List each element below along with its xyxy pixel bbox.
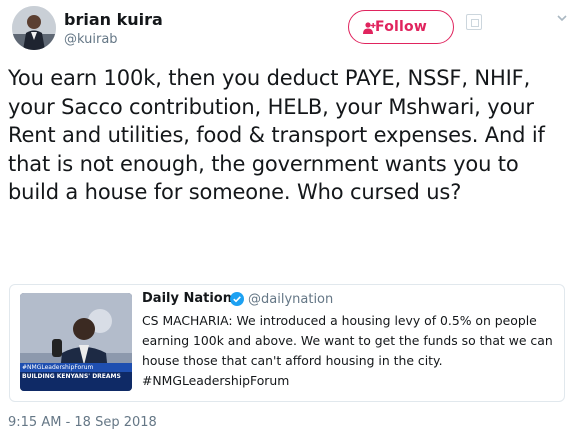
quoted-tweet[interactable]: #NMGLeadershipForum BUILDING KENYANS' DR… bbox=[9, 284, 565, 402]
verified-badge-icon bbox=[230, 292, 244, 306]
tweet-timestamp[interactable]: 9:15 AM - 18 Sep 2018 bbox=[8, 415, 157, 430]
chevron-down-icon[interactable] bbox=[556, 12, 568, 24]
author-name[interactable]: brian kuira bbox=[64, 10, 163, 29]
tweet-header: brian kuira @kuirab Follow bbox=[12, 4, 567, 54]
follow-button-label: Follow bbox=[375, 19, 427, 35]
quoted-tweet-image[interactable]: #NMGLeadershipForum BUILDING KENYANS' DR… bbox=[20, 293, 132, 391]
media-caption-line1: #NMGLeadershipForum bbox=[22, 364, 94, 371]
copy-link-icon[interactable] bbox=[466, 14, 482, 30]
media-caption-line2: BUILDING KENYANS' DREAMS bbox=[22, 373, 121, 380]
add-person-icon bbox=[363, 22, 376, 34]
follow-button[interactable]: Follow bbox=[348, 10, 454, 44]
quoted-author-name[interactable]: Daily Nation bbox=[142, 291, 232, 306]
author-handle[interactable]: @kuirab bbox=[64, 32, 118, 47]
tweet-card: brian kuira @kuirab Follow You earn 100k… bbox=[0, 0, 574, 436]
tweet-text: You earn 100k, then you deduct PAYE, NSS… bbox=[8, 66, 545, 204]
quoted-author-handle[interactable]: @dailynation bbox=[248, 292, 333, 307]
quoted-tweet-text: CS MACHARIA: We introduced a housing lev… bbox=[142, 313, 553, 388]
avatar[interactable] bbox=[12, 6, 56, 50]
